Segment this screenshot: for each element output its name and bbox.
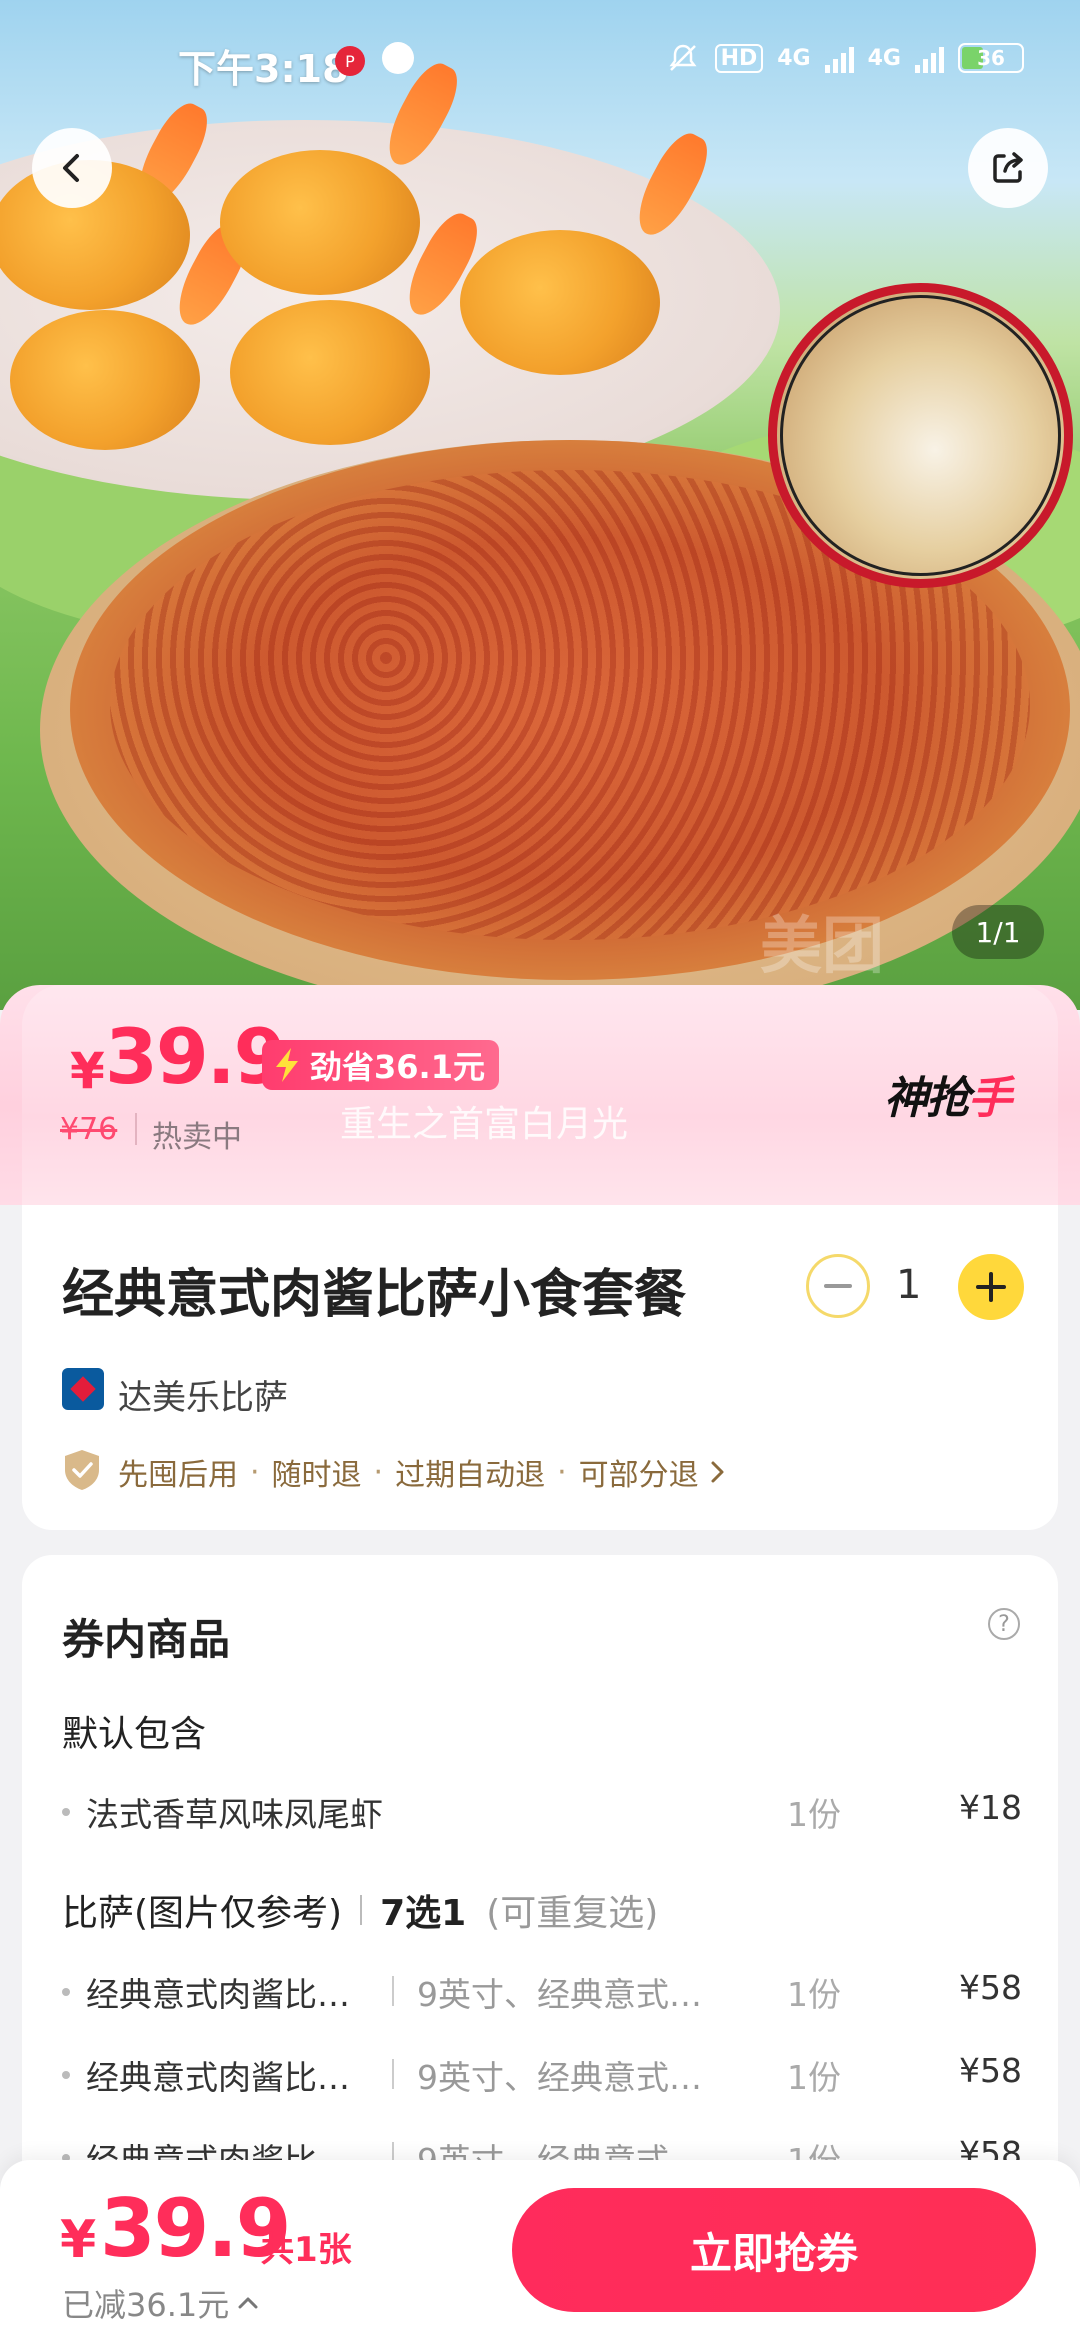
item-spec: 9英寸、经典意式… <box>417 2058 702 2097</box>
battery-percent: 36 <box>977 46 1005 70</box>
item-count: 1份 <box>787 1795 841 1834</box>
status-bar: 下午3:18 P HD 4G 4G 36 <box>0 0 1080 120</box>
signal-icon <box>915 43 944 73</box>
guarantee-separator: · <box>250 1454 260 1490</box>
discount-detail-toggle[interactable]: 已减36.1元 <box>62 2280 259 2326</box>
divider <box>392 1976 394 2006</box>
fried-shrimp <box>10 310 200 450</box>
guarantee-item: 随时退 <box>271 1458 362 1493</box>
minus-icon <box>824 1284 852 1288</box>
fried-shrimp <box>460 230 660 375</box>
quantity-decrease-button[interactable] <box>806 1254 870 1318</box>
product-title: 经典意式肉酱比萨小食套餐 <box>62 1265 687 1325</box>
divider <box>392 2059 394 2089</box>
item-price: ¥18 <box>959 1788 1022 1827</box>
item-price: ¥58 <box>959 1968 1022 2007</box>
help-icon[interactable]: ? <box>988 1608 1020 1640</box>
item-spec: 9英寸、经典意式… <box>417 1975 702 2014</box>
savings-badge: 劲省36.1元 <box>262 1040 499 1090</box>
back-button[interactable] <box>32 128 112 208</box>
chevron-left-icon <box>63 154 79 182</box>
network-label: 4G <box>867 45 901 71</box>
service-guarantees[interactable]: 先囤后用 · 随时退 · 过期自动退 · 可部分退 <box>118 1450 727 1494</box>
chevron-up-icon <box>238 2297 258 2309</box>
shop-name[interactable]: 达美乐比萨 <box>118 1370 288 1419</box>
lightning-icon <box>276 1048 298 1082</box>
price-currency: ¥ <box>70 1042 105 1100</box>
group-name: 比萨(图片仅参考) <box>62 1893 343 1934</box>
quantity-increase-button[interactable] <box>958 1254 1024 1320</box>
divider <box>360 1895 363 1925</box>
hd-icon: HD <box>714 43 764 73</box>
bullet <box>62 1988 70 1996</box>
item-name: 经典意式肉酱比… <box>86 1975 350 2014</box>
fried-shrimp <box>220 150 420 295</box>
bullet <box>62 2071 70 2079</box>
image-counter: 1/1 <box>952 905 1044 959</box>
guarantee-separator: · <box>373 1454 384 1490</box>
section-title: 券内商品 <box>62 1615 231 1664</box>
signal-icon <box>824 43 854 73</box>
list-item: 法式香草风味凤尾虾 1份 ¥18 <box>62 1788 1022 1838</box>
savings-text: 劲省36.1元 <box>310 1048 485 1086</box>
original-price: ¥76 <box>60 1112 118 1147</box>
guarantee-item: 可部分退 <box>578 1458 699 1493</box>
product-image-carousel[interactable]: 美团 1/1 <box>0 0 1080 1010</box>
discount-text: 已减36.1元 <box>62 2286 230 2324</box>
hot-selling-label: 热卖中 <box>152 1120 242 1155</box>
quantity-value: 1 <box>896 1262 922 1308</box>
mute-bell-icon <box>669 44 697 71</box>
item-count: 1份 <box>787 2058 841 2097</box>
watermark: 美团 <box>760 909 885 982</box>
brand-text: 神抢 <box>884 1073 970 1124</box>
guarantee-separator: · <box>557 1454 567 1490</box>
voucher-count: 共1张 <box>260 2230 352 2270</box>
shenqiangshou-logo: 神抢手 <box>884 1062 1012 1126</box>
default-group-title: 默认包含 <box>62 1714 207 1755</box>
item-name: 经典意式肉酱比… <box>86 2058 350 2097</box>
battery-icon: 36 <box>958 43 1024 73</box>
item-price: ¥58 <box>959 2051 1022 2090</box>
group-note: (可重复选) <box>486 1893 659 1934</box>
plus-icon <box>976 1272 1006 1302</box>
share-icon <box>993 152 1023 183</box>
chevron-right-icon <box>711 1461 724 1483</box>
guarantee-item: 过期自动退 <box>395 1458 546 1493</box>
status-time: 下午3:18 <box>178 47 349 91</box>
list-item: 经典意式肉酱比… 9英寸、经典意式… 1份 ¥58 <box>62 2051 1022 2101</box>
brand-text: 手 <box>968 1073 1012 1124</box>
divider <box>135 1113 137 1145</box>
overlay-caption: 重生之首富白月光 <box>340 1104 629 1145</box>
share-button[interactable] <box>968 128 1048 208</box>
garlic-bread-inset-image <box>768 283 1073 588</box>
guarantee-item: 先囤后用 <box>118 1458 238 1493</box>
fried-shrimp <box>230 300 430 445</box>
dominos-logo-icon <box>62 1368 104 1410</box>
item-name: 法式香草风味凤尾虾 <box>86 1795 383 1834</box>
pizza-group-title: 比萨(图片仅参考) 7选1 (可重复选) <box>62 1884 658 1936</box>
group-rule: 7选1 <box>380 1893 467 1934</box>
item-count: 1份 <box>787 1975 841 2014</box>
list-item: 经典意式肉酱比… 9英寸、经典意式… 1份 ¥58 <box>62 1968 1022 2018</box>
grab-voucher-button[interactable]: 立即抢券 <box>512 2188 1036 2312</box>
shield-check-icon <box>65 1450 99 1490</box>
price-value: 39.9 <box>105 1012 287 1101</box>
app-notification-icon <box>382 42 414 74</box>
network-label: 4G <box>777 45 811 71</box>
app-notification-icon: P <box>335 46 365 76</box>
total-currency: ¥ <box>60 2210 97 2270</box>
bullet <box>62 1808 70 1816</box>
